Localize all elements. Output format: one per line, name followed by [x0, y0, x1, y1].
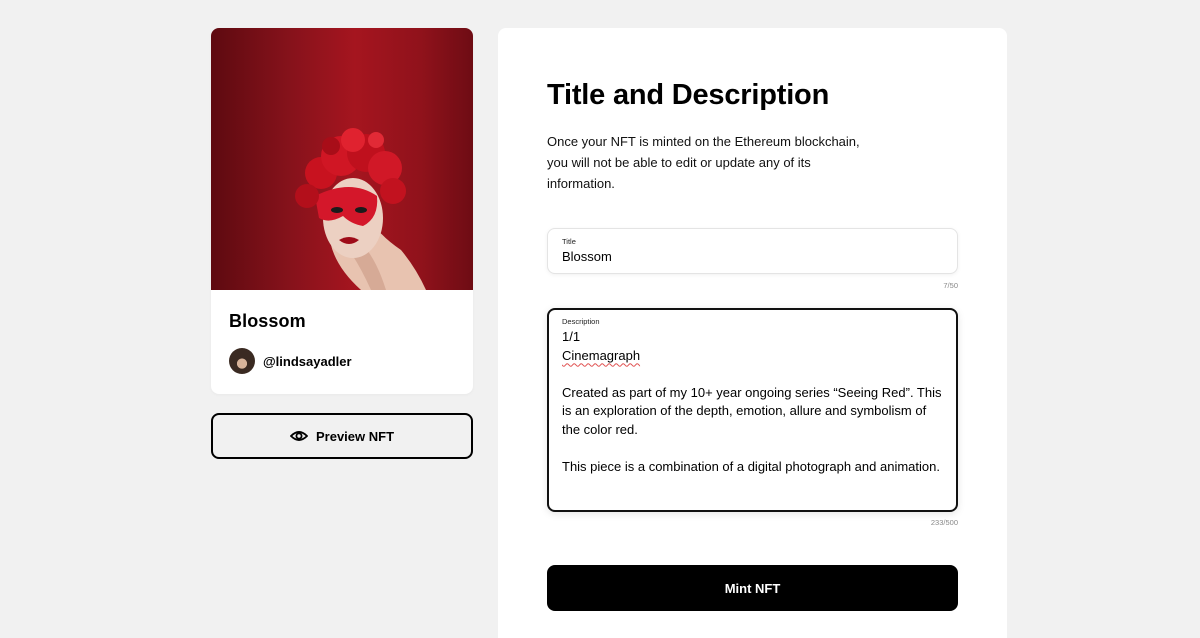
description-line	[562, 439, 942, 458]
nft-title: Blossom	[229, 311, 306, 331]
description-field-label: Description	[562, 317, 600, 326]
description-line	[562, 365, 942, 384]
title-field-label: Title	[562, 237, 576, 246]
description-field[interactable]: Description 1/1 Cinemagraph Created as p…	[547, 308, 958, 512]
title-field[interactable]: Title	[547, 228, 958, 274]
mint-nft-button[interactable]: Mint NFT	[547, 565, 958, 611]
preview-nft-label: Preview NFT	[315, 428, 395, 444]
description-textarea[interactable]: 1/1 Cinemagraph Created as part of my 10…	[562, 328, 942, 476]
preview-nft-button[interactable]: Preview NFT	[211, 413, 473, 459]
title-input[interactable]	[562, 249, 942, 264]
page-title: Title and Description	[547, 79, 830, 111]
panel-intro-text: Once your NFT is minted on the Ethereum …	[547, 134, 860, 191]
creator-handle[interactable]: @lindsayadler	[263, 354, 352, 369]
description-line: Cinemagraph	[562, 347, 942, 366]
nft-preview-card: Blossom @lindsayadler	[211, 28, 473, 394]
description-line: This piece is a combination of a digital…	[562, 458, 940, 474]
nft-artwork-image	[211, 28, 473, 290]
spellcheck-word: Cinemagraph	[562, 347, 641, 363]
title-character-counter: 7/50	[943, 281, 958, 290]
mint-nft-page: Blossom @lindsayadler Preview NFT Title …	[0, 0, 1200, 638]
creator-row: @lindsayadler	[229, 348, 455, 374]
creator-avatar[interactable]	[229, 348, 255, 374]
description-line: Created as part of my 10+ year ongoing s…	[562, 384, 942, 437]
eye-icon	[289, 430, 308, 442]
description-line: 1/1	[562, 329, 581, 344]
title-description-panel: Title and Description Once your NFT is m…	[498, 28, 1007, 638]
description-character-counter: 233/500	[930, 518, 958, 527]
nft-card-body: Blossom @lindsayadler	[229, 310, 455, 374]
